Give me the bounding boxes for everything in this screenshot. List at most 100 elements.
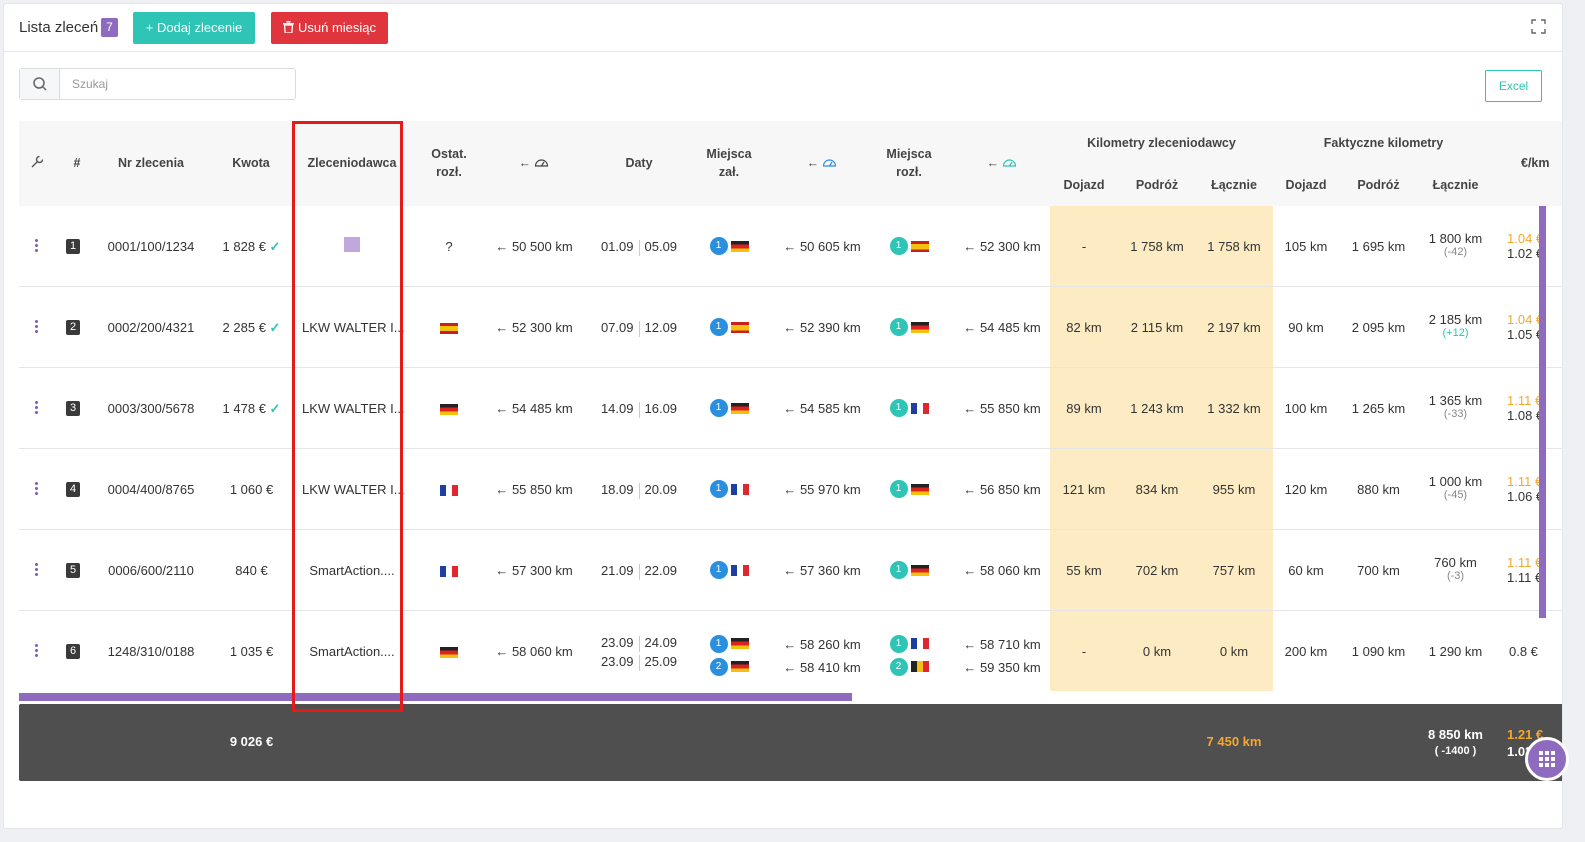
client-name[interactable]: LKW WALTER I... — [302, 320, 405, 335]
client-name[interactable]: SmartAction.... — [302, 563, 402, 578]
row-number: 2 — [66, 320, 80, 335]
flag-de-icon — [440, 404, 458, 416]
actual-km-approach: 200 km — [1284, 644, 1328, 659]
order-nr[interactable]: 0001/100/1234 — [101, 239, 201, 254]
order-count-badge: 7 — [101, 18, 118, 37]
flag-fr-icon — [730, 483, 749, 495]
order-nr[interactable]: 1248/310/0188 — [101, 644, 201, 659]
col-odometer-3: ← — [967, 154, 1037, 172]
loading-place: 1 — [699, 318, 759, 336]
odometer-start: ← 55 850 km — [495, 482, 573, 497]
orders-panel: Lista zleceń 7 + Dodaj zlecenie Usuń mie… — [3, 3, 1563, 829]
row-menu-icon[interactable] — [33, 239, 39, 253]
search-input[interactable] — [62, 69, 292, 99]
excel-export-button[interactable]: Excel — [1485, 70, 1542, 102]
actual-km-trip: 700 km — [1357, 563, 1400, 578]
vertical-scrollbar[interactable] — [1539, 206, 1546, 618]
client-name[interactable]: SmartAction.... — [302, 644, 402, 659]
table-row[interactable]: 2 0002/200/4321 2 285 € ✓ LKW WALTER I..… — [19, 287, 1562, 368]
client-name[interactable]: LKW WALTER I... — [302, 401, 405, 416]
table-row[interactable]: 1 0001/100/1234 1 828 € ✓ ? ← 50 500 km … — [19, 206, 1562, 287]
col-number: # — [73, 156, 81, 170]
total-amount: 9 026 € — [229, 734, 274, 749]
trash-icon — [282, 21, 294, 34]
client-km-approach: 55 km — [1066, 563, 1102, 578]
total-client-km: 7 450 km — [1206, 734, 1262, 749]
loading-place: 1 — [699, 237, 759, 255]
col-client: Zleceniodawca — [307, 156, 397, 170]
actual-km-total: 2 185 km (+12) — [1428, 312, 1483, 339]
speedometer-icon — [535, 159, 549, 167]
orders-table: # Nr zlecenia Kwota Zleceniodawca Ostat.… — [19, 121, 1562, 781]
table-row[interactable]: 5 0006/600/2110 840 € SmartAction.... ← … — [19, 530, 1562, 611]
actual-km-approach: 60 km — [1288, 563, 1324, 578]
horizontal-scrollbar[interactable] — [19, 693, 852, 701]
order-nr[interactable]: 0002/200/4321 — [101, 320, 201, 335]
dates: 01.09 05.09 — [600, 239, 678, 256]
client-km-total: 757 km — [1212, 563, 1256, 578]
flag-fr-icon — [440, 485, 458, 497]
table-row[interactable]: 4 0004/400/8765 1 060 € LKW WALTER I... … — [19, 449, 1562, 530]
col-odometer-2: ← — [787, 154, 857, 172]
order-nr[interactable]: 0006/600/2110 — [101, 563, 201, 578]
loading-place: 1 — [699, 480, 759, 498]
col-actual-km-trip: Podróż — [1357, 178, 1400, 192]
order-amount: 1 035 € — [229, 644, 274, 659]
dates: 07.09 12.09 — [600, 320, 678, 337]
row-menu-icon[interactable] — [33, 401, 39, 415]
client-km-approach: 121 km — [1062, 482, 1106, 497]
table-header: # Nr zlecenia Kwota Zleceniodawca Ostat.… — [19, 121, 1562, 206]
loading-places: 1 2 — [699, 631, 759, 677]
odometer-start: ← 50 500 km — [495, 239, 573, 254]
grid-menu-button[interactable] — [1525, 737, 1569, 781]
order-nr[interactable]: 0003/300/5678 — [101, 401, 201, 416]
col-client-km-trip: Podróż — [1135, 178, 1179, 192]
top-bar: Lista zleceń 7 + Dodaj zlecenie Usuń mie… — [4, 4, 1562, 52]
flag-es-icon — [910, 240, 929, 252]
odometer-unloading: ← 58 710 km ← 59 350 km — [963, 637, 1041, 675]
delete-month-button[interactable]: Usuń miesiąc — [271, 12, 388, 44]
fullscreen-icon[interactable] — [1531, 19, 1546, 34]
actual-km-trip: 1 265 km — [1351, 401, 1406, 416]
row-menu-icon[interactable] — [33, 482, 39, 496]
order-amount: 2 285 € ✓ — [222, 320, 281, 335]
client-km-total: 0 km — [1219, 644, 1249, 659]
eur-per-km: 0.8 € — [1509, 644, 1538, 659]
odometer-loading: ← 54 585 km — [783, 401, 861, 416]
actual-km-total: 1 000 km (-45) — [1428, 474, 1483, 501]
client-placeholder — [344, 237, 360, 252]
last-settlement — [419, 482, 479, 497]
odometer-unloading: ← 56 850 km — [963, 482, 1041, 497]
col-client-km-total: Łącznie — [1211, 178, 1257, 192]
table-row[interactable]: 3 0003/300/5678 1 478 € ✓ LKW WALTER I..… — [19, 368, 1562, 449]
row-menu-icon[interactable] — [33, 320, 39, 334]
client-name[interactable]: LKW WALTER I... — [302, 482, 405, 497]
speedometer-icon — [823, 159, 837, 167]
row-number: 1 — [66, 239, 80, 254]
odometer-start: ← 58 060 km — [495, 644, 573, 659]
order-amount: 1 478 € ✓ — [222, 401, 281, 416]
client-km-approach: 82 km — [1066, 320, 1102, 335]
row-menu-icon[interactable] — [33, 563, 39, 577]
add-order-button[interactable]: + Dodaj zlecenie — [133, 12, 255, 44]
unloading-place: 1 — [879, 399, 939, 417]
flag-fr-icon — [910, 402, 929, 414]
loading-place: 1 — [699, 561, 759, 579]
client-km-trip: 2 115 km — [1130, 320, 1184, 335]
col-actual-km-total: Łącznie — [1432, 178, 1479, 192]
actual-km-approach: 100 km — [1284, 401, 1328, 416]
row-menu-icon[interactable] — [33, 644, 39, 658]
actual-km-trip: 1 090 km — [1351, 644, 1406, 659]
check-icon: ✓ — [269, 239, 281, 254]
dates: 18.09 20.09 — [600, 482, 678, 499]
col-loading-places: Miejsca zał. — [706, 147, 752, 179]
row-number: 6 — [66, 644, 80, 659]
odometer-unloading: ← 58 060 km — [963, 563, 1041, 578]
client-km-approach: - — [1081, 239, 1087, 254]
table-row[interactable]: 6 1248/310/0188 1 035 € SmartAction.... … — [19, 611, 1562, 692]
search-icon — [20, 69, 60, 99]
odometer-start: ← 52 300 km — [495, 320, 573, 335]
col-amount: Kwota — [232, 156, 270, 170]
unloading-places: 1 2 — [879, 631, 939, 677]
order-nr[interactable]: 0004/400/8765 — [101, 482, 201, 497]
